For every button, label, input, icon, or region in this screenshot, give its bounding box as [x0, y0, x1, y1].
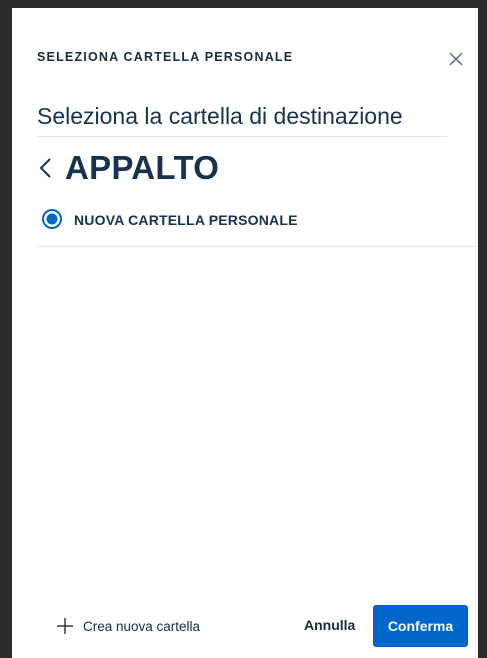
- background-edge-right: [478, 0, 487, 658]
- chevron-left-icon: [39, 158, 51, 178]
- confirm-button[interactable]: Conferma: [373, 605, 468, 647]
- select-folder-dialog: SELEZIONA CARTELLA PERSONALE Seleziona l…: [12, 8, 478, 658]
- folder-option[interactable]: NUOVA CARTELLA PERSONALE: [37, 206, 477, 247]
- dialog-footer: Crea nuova cartella Annulla Conferma: [12, 605, 478, 651]
- close-icon: [449, 52, 463, 66]
- radio-selected-icon[interactable]: [42, 209, 62, 229]
- plus-icon: [57, 618, 73, 634]
- dialog-title: SELEZIONA CARTELLA PERSONALE: [37, 50, 294, 64]
- background-edge-top: [0, 0, 487, 8]
- create-new-folder-label: Crea nuova cartella: [83, 618, 201, 634]
- dialog-header: SELEZIONA CARTELLA PERSONALE: [37, 48, 467, 72]
- dialog-subtitle: Seleziona la cartella di destinazione: [37, 103, 447, 137]
- cancel-button[interactable]: Annulla: [304, 617, 355, 633]
- back-to-parent-folder[interactable]: APPALTO: [37, 146, 219, 190]
- close-button[interactable]: [445, 48, 467, 70]
- folder-option-label: NUOVA CARTELLA PERSONALE: [74, 212, 298, 228]
- current-folder-name: APPALTO: [65, 149, 220, 186]
- background-edge-left: [0, 0, 12, 658]
- create-new-folder-button[interactable]: Crea nuova cartella: [56, 617, 200, 635]
